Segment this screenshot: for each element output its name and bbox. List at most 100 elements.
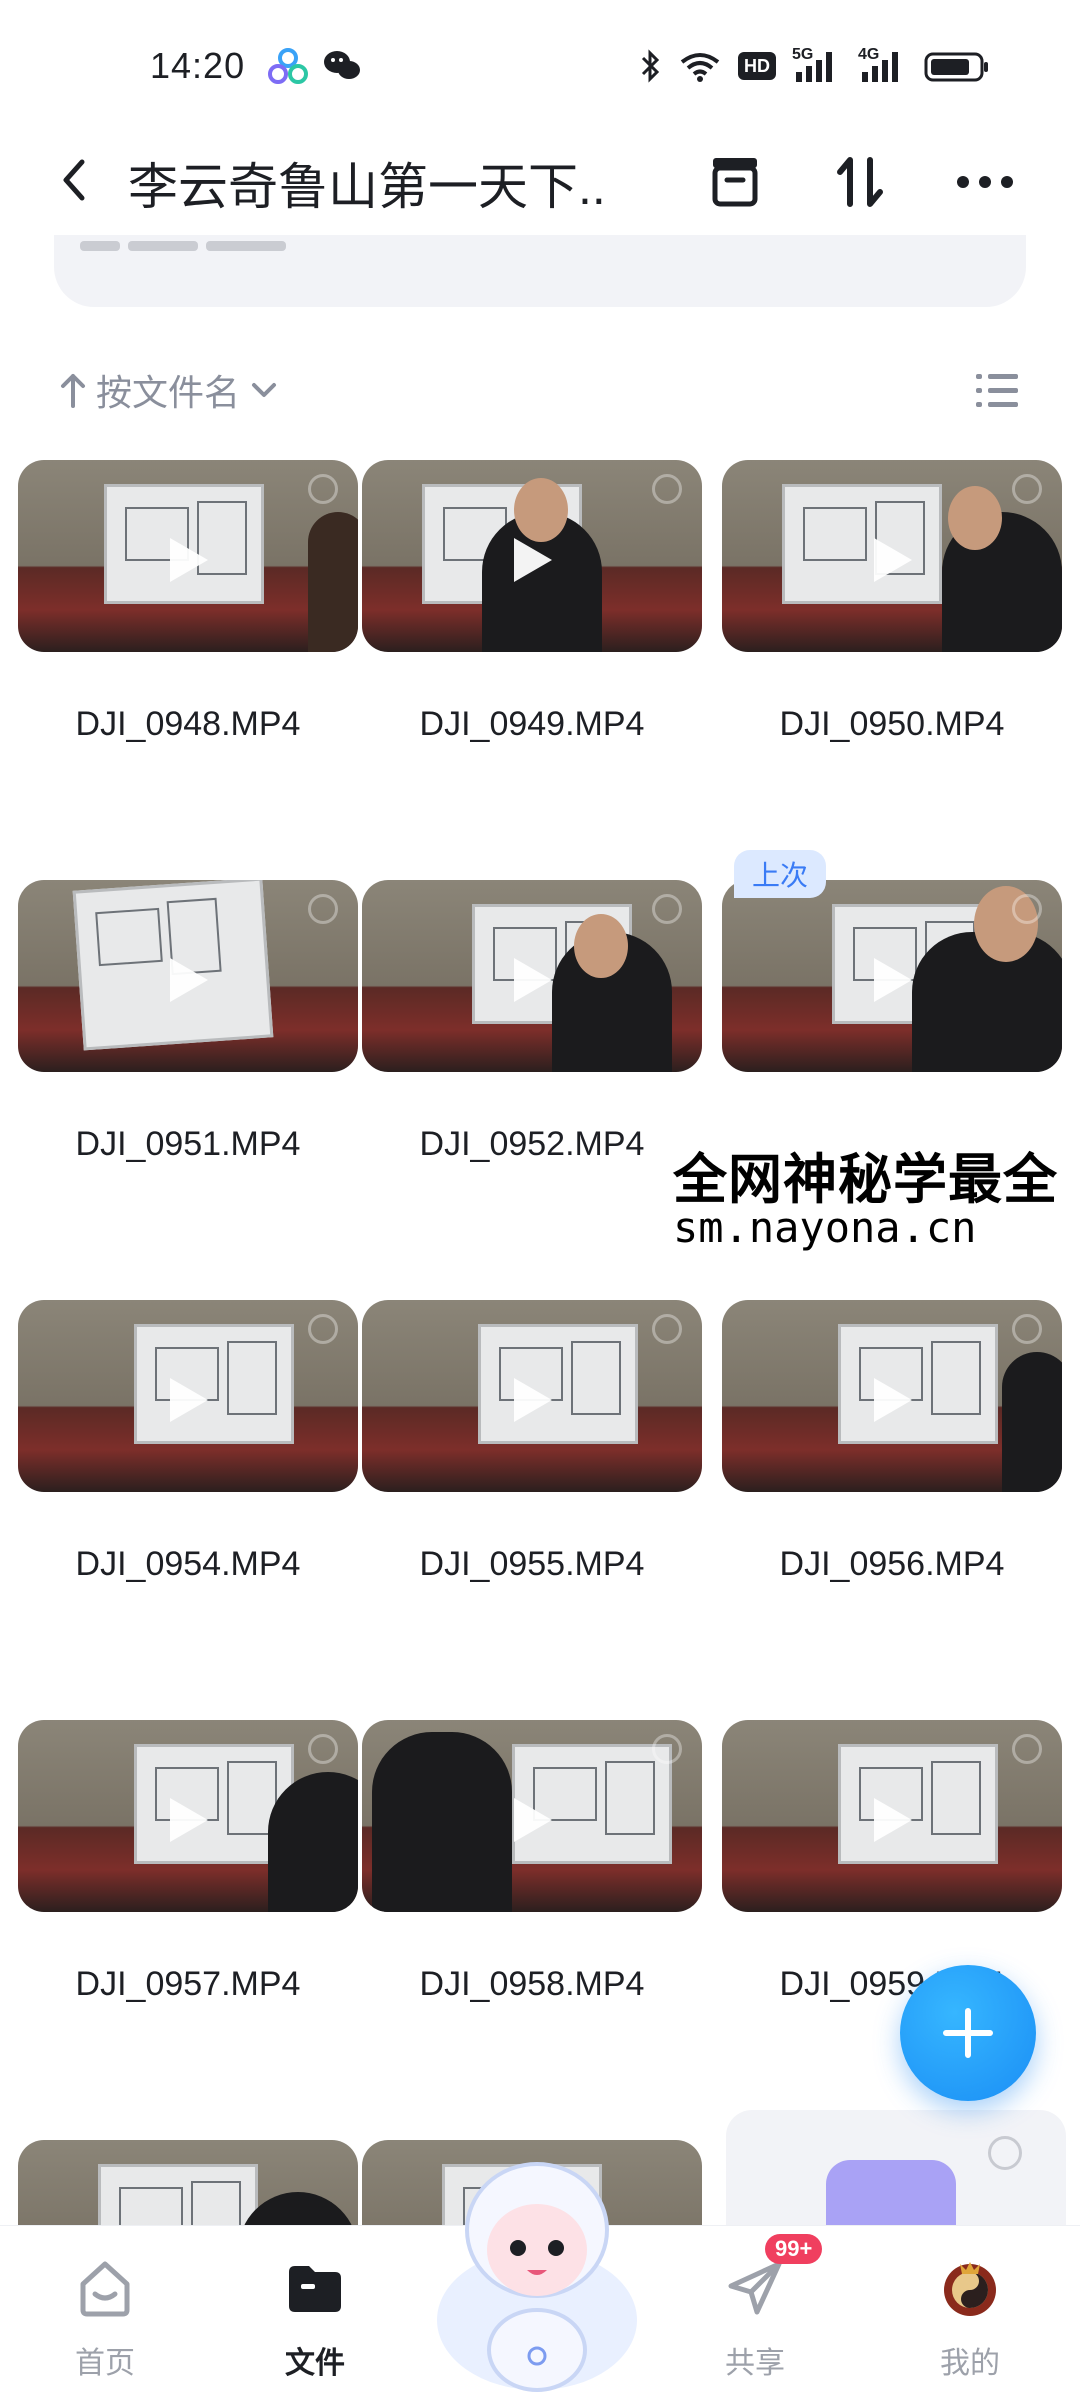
file-item[interactable]: DJI_0950.MP4	[722, 430, 1062, 840]
video-thumbnail[interactable]	[362, 1720, 702, 1912]
select-circle[interactable]	[652, 894, 682, 924]
file-name: DJI_0957.MP4	[75, 1965, 301, 2003]
archive-icon	[712, 158, 758, 207]
chevron-down-icon	[252, 383, 277, 397]
video-thumbnail[interactable]	[18, 460, 358, 652]
play-icon	[874, 1798, 912, 1842]
cloud-app-icon	[268, 48, 308, 84]
archive-button[interactable]	[700, 147, 770, 217]
bluetooth-icon	[641, 49, 660, 83]
watermark-overlay: 全网神秘学最全 sm.nayona.cn	[673, 1125, 1080, 1265]
header: 李云奇鲁山第一天下...	[0, 125, 1080, 235]
add-button[interactable]	[900, 1965, 1036, 2101]
file-item[interactable]: DJI_0954.MP4	[18, 1270, 358, 1680]
select-circle[interactable]	[308, 474, 338, 504]
list-view-icon[interactable]	[972, 366, 1022, 416]
play-icon	[874, 958, 912, 1002]
video-thumbnail[interactable]	[362, 1300, 702, 1492]
page-title: 李云奇鲁山第一天下...	[128, 159, 608, 215]
select-circle[interactable]	[308, 894, 338, 924]
file-item[interactable]: DJI_0948.MP4	[18, 430, 358, 840]
folder-icon	[289, 2266, 341, 2312]
file-name: DJI_0951.MP4	[75, 1125, 301, 1163]
paper-plane-icon	[728, 2261, 782, 2315]
wifi-icon	[680, 53, 720, 82]
file-item[interactable]: DJI_0952.MP4	[362, 850, 702, 1260]
signal-bars-icon	[862, 52, 898, 82]
file-item[interactable]: DJI_0957.MP4	[18, 1690, 358, 2100]
file-name: DJI_0956.MP4	[779, 1545, 1005, 1583]
video-thumbnail[interactable]	[362, 460, 702, 652]
file-item[interactable]: DJI_0955.MP4	[362, 1270, 702, 1680]
select-circle[interactable]	[308, 1314, 338, 1344]
file-item[interactable]: DJI_0956.MP4	[722, 1270, 1062, 1680]
file-name: DJI_0958.MP4	[419, 1965, 645, 2003]
video-thumbnail[interactable]	[722, 880, 1062, 1072]
file-item[interactable]: DJI_0951.MP4	[18, 850, 358, 1260]
last-viewed-tag: 上次	[734, 850, 827, 898]
more-icon	[957, 176, 1013, 188]
signal-4g: 4G	[858, 46, 908, 84]
watermark-line2: sm.nayona.cn	[673, 1203, 977, 1252]
file-name: DJI_0954.MP4	[75, 1545, 301, 1583]
play-icon	[514, 1378, 552, 1422]
nav-label-mine: 我的	[940, 2347, 1000, 2380]
play-icon	[514, 1798, 552, 1842]
select-circle[interactable]	[652, 474, 682, 504]
select-circle[interactable]	[1012, 1314, 1042, 1344]
status-app-icons	[268, 48, 362, 84]
video-thumbnail[interactable]	[18, 1300, 358, 1492]
status-indicators: HD 5G 4G	[640, 46, 990, 84]
more-button[interactable]	[950, 147, 1020, 217]
nav-item-share[interactable]: 99+ 共享	[685, 2226, 825, 2400]
file-item[interactable]: DJI_0958.MP4	[362, 1690, 702, 2100]
share-badge: 99+	[765, 2234, 823, 2264]
video-thumbnail[interactable]	[722, 460, 1062, 652]
signal-5g: 5G	[792, 46, 842, 84]
sort-button[interactable]: 按文件名	[58, 364, 280, 416]
file-name: DJI_0952.MP4	[419, 1125, 645, 1163]
video-thumbnail[interactable]	[18, 880, 358, 1072]
select-circle[interactable]	[652, 1314, 682, 1344]
status-bar: 14:20 HD 5G 4G	[0, 0, 1080, 120]
nav-item-mine[interactable]: 我的	[900, 2226, 1040, 2400]
mascot-icon[interactable]	[432, 2120, 642, 2400]
signal-bars-icon	[796, 52, 832, 82]
file-name: DJI_0950.MP4	[779, 705, 1005, 743]
select-circle[interactable]	[988, 2136, 1022, 2170]
select-circle[interactable]	[652, 1734, 682, 1764]
status-time: 14:20	[150, 45, 246, 86]
file-name: DJI_0949.MP4	[419, 705, 645, 743]
file-name: DJI_0948.MP4	[75, 705, 301, 743]
select-circle[interactable]	[1012, 1734, 1042, 1764]
back-button[interactable]	[46, 150, 106, 210]
arrow-up-icon	[61, 374, 85, 408]
avatar	[944, 2262, 996, 2316]
video-thumbnail[interactable]	[362, 880, 702, 1072]
nav-item-home[interactable]: 首页	[35, 2226, 175, 2400]
play-icon	[874, 1378, 912, 1422]
video-thumbnail[interactable]	[722, 1300, 1062, 1492]
play-icon	[170, 1378, 208, 1422]
video-thumbnail[interactable]	[18, 1720, 358, 1912]
battery-icon	[924, 52, 988, 82]
file-item[interactable]: DJI_0949.MP4	[362, 430, 702, 840]
select-circle[interactable]	[1012, 894, 1042, 924]
select-circle[interactable]	[308, 1734, 338, 1764]
nav-item-files[interactable]: 文件	[245, 2226, 385, 2400]
nav-label-home: 首页	[75, 2347, 135, 2380]
select-circle[interactable]	[1012, 474, 1042, 504]
file-name: DJI_0955.MP4	[419, 1545, 645, 1583]
video-thumbnail[interactable]	[722, 1720, 1062, 1912]
hd-indicator: HD	[738, 52, 776, 80]
play-icon	[514, 958, 552, 1002]
play-icon	[170, 538, 208, 582]
wechat-icon	[324, 51, 360, 79]
nav-label-share: 共享	[725, 2347, 785, 2380]
play-icon	[514, 538, 552, 582]
home-face-icon	[80, 2261, 130, 2317]
transfer-button[interactable]	[825, 147, 895, 217]
play-icon	[170, 1798, 208, 1842]
play-icon	[170, 958, 208, 1002]
sort-row: 按文件名	[0, 350, 1080, 430]
